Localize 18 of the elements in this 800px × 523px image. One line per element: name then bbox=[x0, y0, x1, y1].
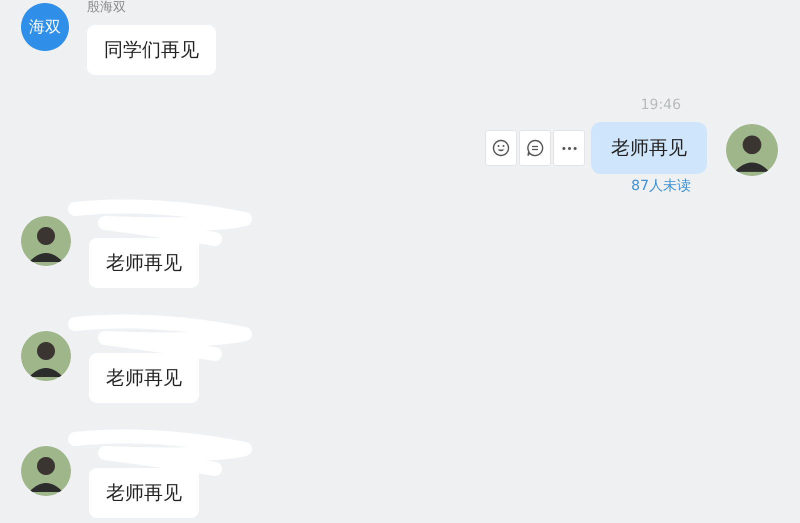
unread-count[interactable]: 87人未读 bbox=[631, 177, 691, 195]
sender-name: 殷海双 bbox=[87, 0, 126, 17]
message-time: 19:46 bbox=[640, 97, 681, 115]
message-bubble: 老师再见 bbox=[591, 122, 707, 174]
avatar bbox=[21, 216, 71, 266]
smiley-icon bbox=[492, 139, 510, 157]
message-bubble: 老师再见 bbox=[89, 468, 199, 518]
avatar bbox=[726, 124, 778, 176]
message-bubble: 老师再见 bbox=[89, 353, 199, 403]
message-bubble: 同学们再见 bbox=[87, 25, 216, 75]
avatar: 海双 bbox=[21, 3, 69, 51]
message-bubble: 老师再见 bbox=[89, 238, 199, 288]
comment-icon bbox=[526, 139, 544, 157]
avatar bbox=[21, 331, 71, 381]
comment-button[interactable] bbox=[519, 130, 551, 166]
more-icon bbox=[562, 146, 576, 150]
emoji-button[interactable] bbox=[485, 130, 517, 166]
avatar bbox=[21, 446, 71, 496]
